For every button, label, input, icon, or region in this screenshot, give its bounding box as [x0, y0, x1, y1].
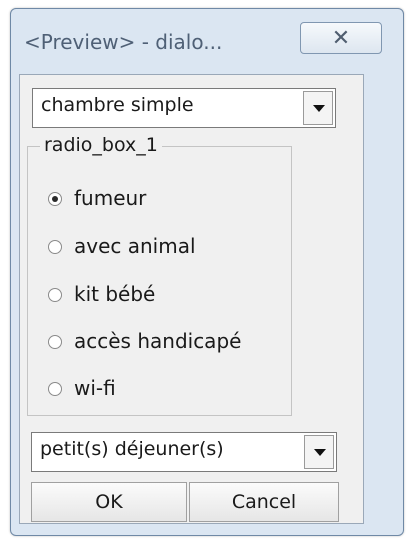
chevron-down-icon: [314, 449, 326, 456]
radio-label: wi-fi: [74, 376, 116, 400]
breakfast-value: petit(s) déjeuner(s): [40, 438, 224, 460]
chevron-down-icon: [313, 105, 325, 112]
radio-label: avec animal: [74, 234, 196, 258]
close-icon: ✕: [331, 26, 351, 51]
radio-label: accès handicapé: [74, 329, 242, 353]
close-button[interactable]: ✕: [300, 22, 382, 54]
radio-button[interactable]: [48, 240, 62, 254]
radio-button[interactable]: [48, 288, 62, 302]
room-type-combobox[interactable]: chambre simple: [32, 88, 336, 128]
radio-group-box: [27, 146, 292, 416]
room-type-dropdown-button[interactable]: [303, 91, 333, 125]
radio-label: fumeur: [74, 186, 147, 210]
window-title: <Preview> - dialo...: [24, 30, 223, 54]
radio-group-label: radio_box_1: [40, 134, 162, 156]
ok-button[interactable]: OK: [31, 482, 187, 522]
cancel-button[interactable]: Cancel: [189, 482, 339, 522]
room-type-value: chambre simple: [41, 94, 194, 116]
radio-button[interactable]: [48, 382, 62, 396]
radio-label: kit bébé: [74, 282, 156, 306]
radio-button[interactable]: [48, 335, 62, 349]
radio-button-selected[interactable]: [48, 192, 62, 206]
breakfast-dropdown-button[interactable]: [304, 435, 334, 469]
breakfast-combobox[interactable]: petit(s) déjeuner(s): [31, 432, 337, 472]
